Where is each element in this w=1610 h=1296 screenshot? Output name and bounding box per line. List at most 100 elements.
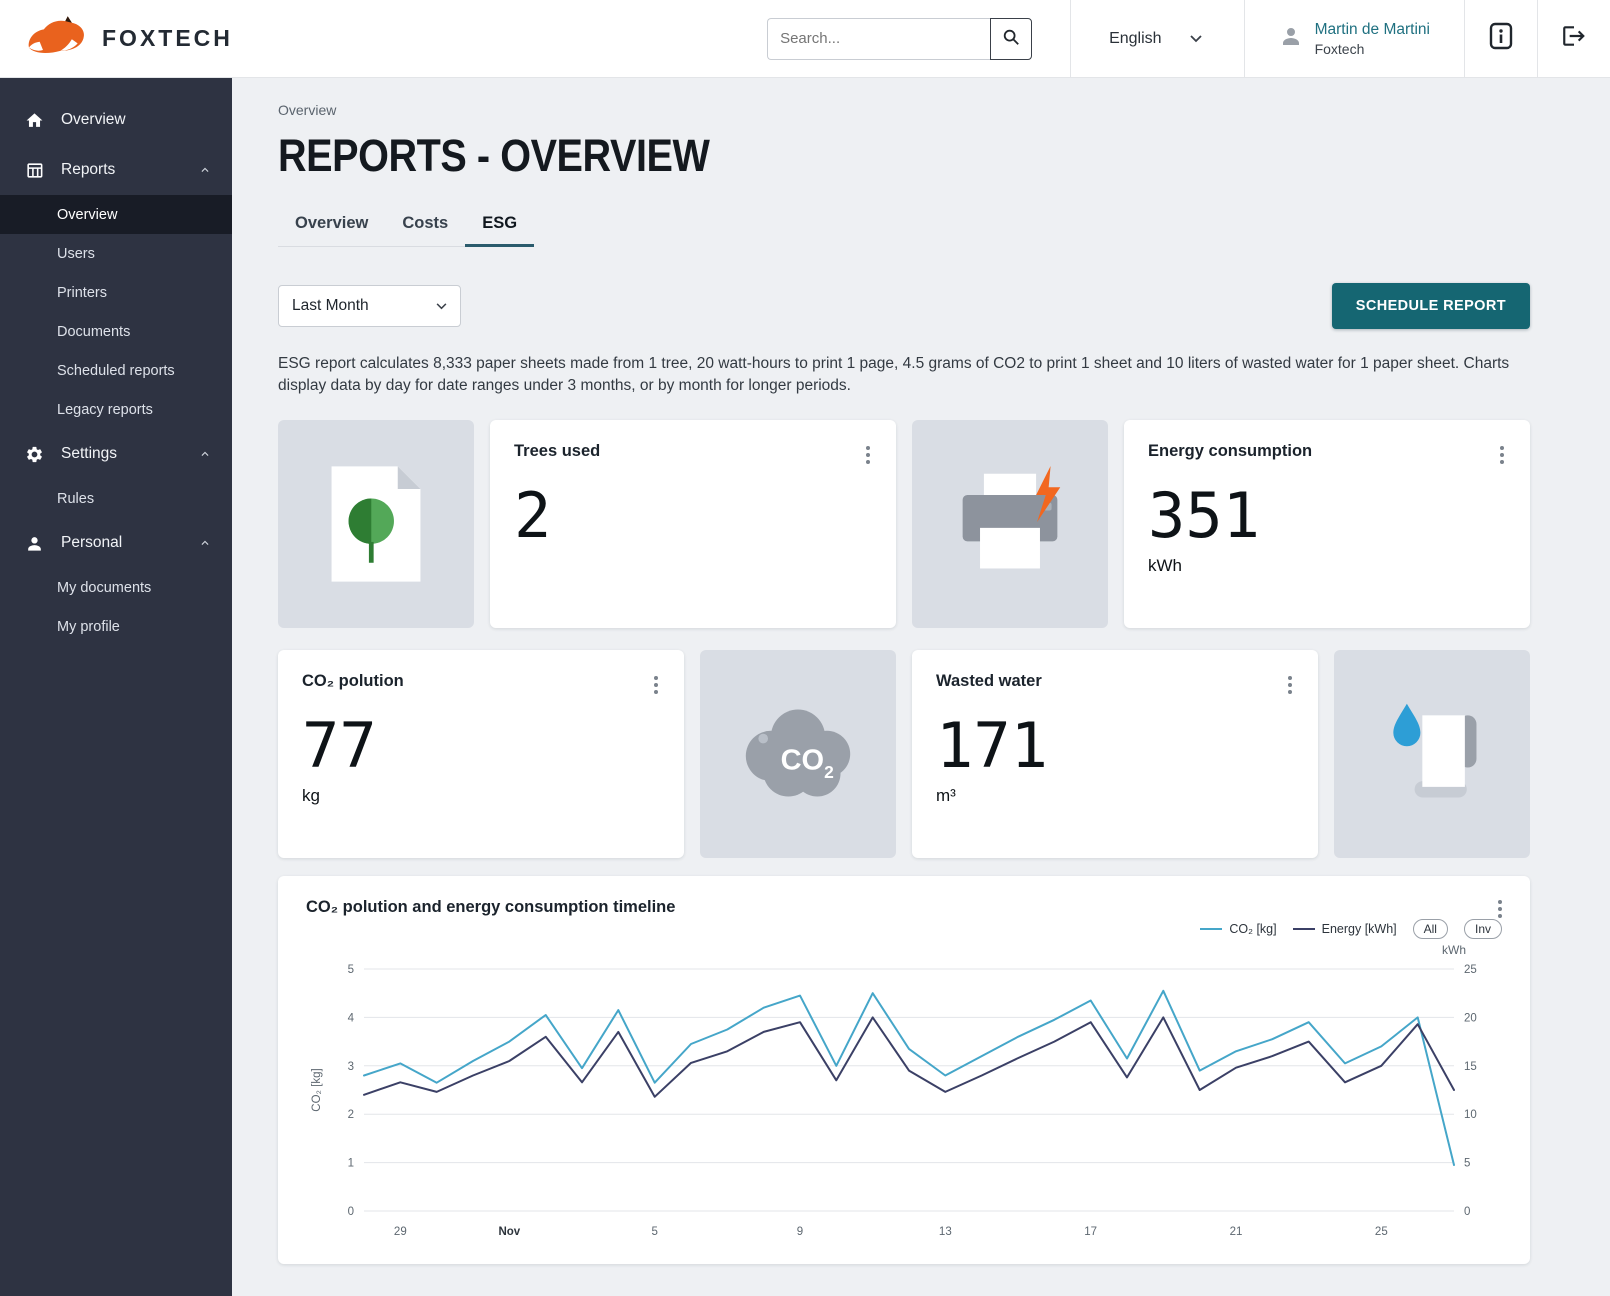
avatar-icon (1279, 24, 1303, 53)
svg-text:21: 21 (1230, 1226, 1243, 1238)
stat-unit (514, 556, 872, 576)
kebab-menu-icon[interactable] (1282, 674, 1298, 701)
schedule-report-button[interactable]: SCHEDULE REPORT (1332, 283, 1530, 329)
sidebar-item-settings-rules[interactable]: Rules (0, 479, 232, 518)
sidebar-item-reports-printers[interactable]: Printers (0, 273, 232, 312)
user-name: Martin de Martini (1315, 21, 1430, 39)
sidebar: OverviewReportsOverviewUsersPrintersDocu… (0, 77, 232, 1296)
svg-text:20: 20 (1464, 1012, 1477, 1024)
stat-cards: Trees used2Energy consumption351kWhCO₂ p… (278, 420, 1530, 858)
tab-bar: OverviewCostsESG (278, 204, 534, 247)
sidebar-item-reports-users[interactable]: Users (0, 234, 232, 273)
svg-text:CO: CO (781, 744, 825, 776)
page-title: REPORTS - OVERVIEW (278, 130, 709, 182)
stat-card-energy-consumption: Energy consumption 351 kWh (1124, 420, 1530, 628)
legend-label: CO₂ [kg] (1229, 922, 1276, 936)
kebab-menu-icon[interactable] (860, 444, 876, 471)
svg-text:10: 10 (1464, 1109, 1477, 1121)
sidebar-item-personal[interactable]: Personal (0, 518, 232, 568)
user-org: Foxtech (1315, 41, 1430, 57)
stat-title: CO₂ polution (302, 672, 660, 691)
legend-item-energy-kwh[interactable]: Energy [kWh] (1293, 922, 1397, 936)
sidebar-item-personal-my-documents[interactable]: My documents (0, 568, 232, 607)
stat-title: Energy consumption (1148, 442, 1506, 461)
stat-title: Wasted water (936, 672, 1294, 691)
kebab-menu-icon[interactable] (648, 674, 664, 701)
legend-item-co-kg[interactable]: CO₂ [kg] (1200, 922, 1276, 936)
svg-text:25: 25 (1464, 964, 1477, 976)
stat-title: Trees used (514, 442, 872, 461)
sidebar-item-settings[interactable]: Settings (0, 429, 232, 479)
sidebar-item-reports-documents[interactable]: Documents (0, 312, 232, 351)
stat-value: 77 (302, 715, 660, 777)
sidebar-item-label: Reports (61, 161, 115, 179)
legend-swatch (1293, 928, 1315, 930)
release-notes-button[interactable] (1465, 0, 1537, 77)
svg-text:3: 3 (348, 1061, 354, 1073)
sidebar-item-personal-my-profile[interactable]: My profile (0, 607, 232, 646)
tree-paper-icon (278, 420, 474, 628)
top-bar: FOXTECH English Martin de Martini (0, 0, 1610, 78)
printer-energy-icon (912, 420, 1108, 628)
main-content: Overview REPORTS - OVERVIEW OverviewCost… (232, 78, 1610, 1294)
svg-text:2: 2 (348, 1109, 354, 1121)
chart-toggle-all[interactable]: All (1413, 919, 1448, 939)
fox-logo-icon (24, 13, 90, 64)
sidebar-item-overview[interactable]: Overview (0, 95, 232, 145)
kebab-menu-icon[interactable] (1494, 444, 1510, 471)
kebab-menu-icon[interactable] (1492, 898, 1508, 925)
date-range-select[interactable]: Last Month (278, 285, 461, 327)
tab-overview[interactable]: Overview (278, 204, 385, 247)
user-menu[interactable]: Martin de Martini Foxtech (1245, 0, 1464, 77)
controls-row: Last Month SCHEDULE REPORT (278, 283, 1530, 329)
stat-value: 171 (936, 715, 1294, 777)
chevron-down-icon (436, 297, 447, 315)
wasted-water-icon (1334, 650, 1530, 858)
svg-text:15: 15 (1464, 1061, 1477, 1073)
svg-text:Nov: Nov (498, 1226, 520, 1238)
search-button[interactable] (990, 18, 1032, 60)
svg-text:5: 5 (651, 1226, 657, 1238)
svg-text:29: 29 (394, 1226, 407, 1238)
svg-text:CO₂ [kg]: CO₂ [kg] (311, 1068, 323, 1111)
stat-unit: kWh (1148, 556, 1506, 576)
stat-unit: kg (302, 786, 660, 806)
search-icon (1002, 28, 1020, 49)
brand-logo[interactable]: FOXTECH (0, 0, 284, 77)
svg-text:9: 9 (797, 1226, 803, 1238)
breadcrumb[interactable]: Overview (278, 102, 1530, 118)
stat-unit: m³ (936, 786, 1294, 806)
reports-icon (24, 161, 44, 180)
stat-card-wasted-water: Wasted water 171 m³ (912, 650, 1318, 858)
svg-text:0: 0 (348, 1206, 354, 1218)
search-input[interactable] (767, 18, 990, 60)
svg-text:4: 4 (348, 1012, 355, 1024)
sidebar-item-reports-scheduled-reports[interactable]: Scheduled reports (0, 351, 232, 390)
language-select[interactable]: English (1071, 0, 1243, 77)
sidebar-item-reports-overview[interactable]: Overview (0, 195, 232, 234)
svg-text:5: 5 (1464, 1158, 1470, 1170)
gear-icon (24, 445, 44, 464)
sidebar-item-reports-legacy-reports[interactable]: Legacy reports (0, 390, 232, 429)
chevron-down-icon (1190, 30, 1202, 48)
stat-card-trees-used: Trees used2 (490, 420, 896, 628)
tab-costs[interactable]: Costs (385, 204, 465, 247)
esg-description: ESG report calculates 8,333 paper sheets… (278, 353, 1530, 398)
svg-text:0: 0 (1464, 1206, 1470, 1218)
info-document-icon (1489, 22, 1513, 55)
sidebar-item-label: Overview (61, 111, 126, 129)
chevron-up-icon (198, 536, 212, 550)
svg-text:2: 2 (824, 762, 834, 782)
svg-text:17: 17 (1084, 1226, 1097, 1238)
co2-cloud-icon: CO2 (700, 650, 896, 858)
logout-button[interactable] (1538, 0, 1610, 77)
tab-esg[interactable]: ESG (465, 204, 534, 247)
home-icon (24, 111, 44, 130)
chart-legend: CO₂ [kg]Energy [kWh]AllInv (306, 919, 1502, 939)
chevron-up-icon (198, 447, 212, 461)
stat-value: 351 (1148, 485, 1506, 547)
sidebar-item-reports[interactable]: Reports (0, 145, 232, 195)
svg-text:1: 1 (348, 1158, 354, 1170)
legend-label: Energy [kWh] (1322, 922, 1397, 936)
chart-title: CO₂ polution and energy consumption time… (306, 898, 1502, 917)
